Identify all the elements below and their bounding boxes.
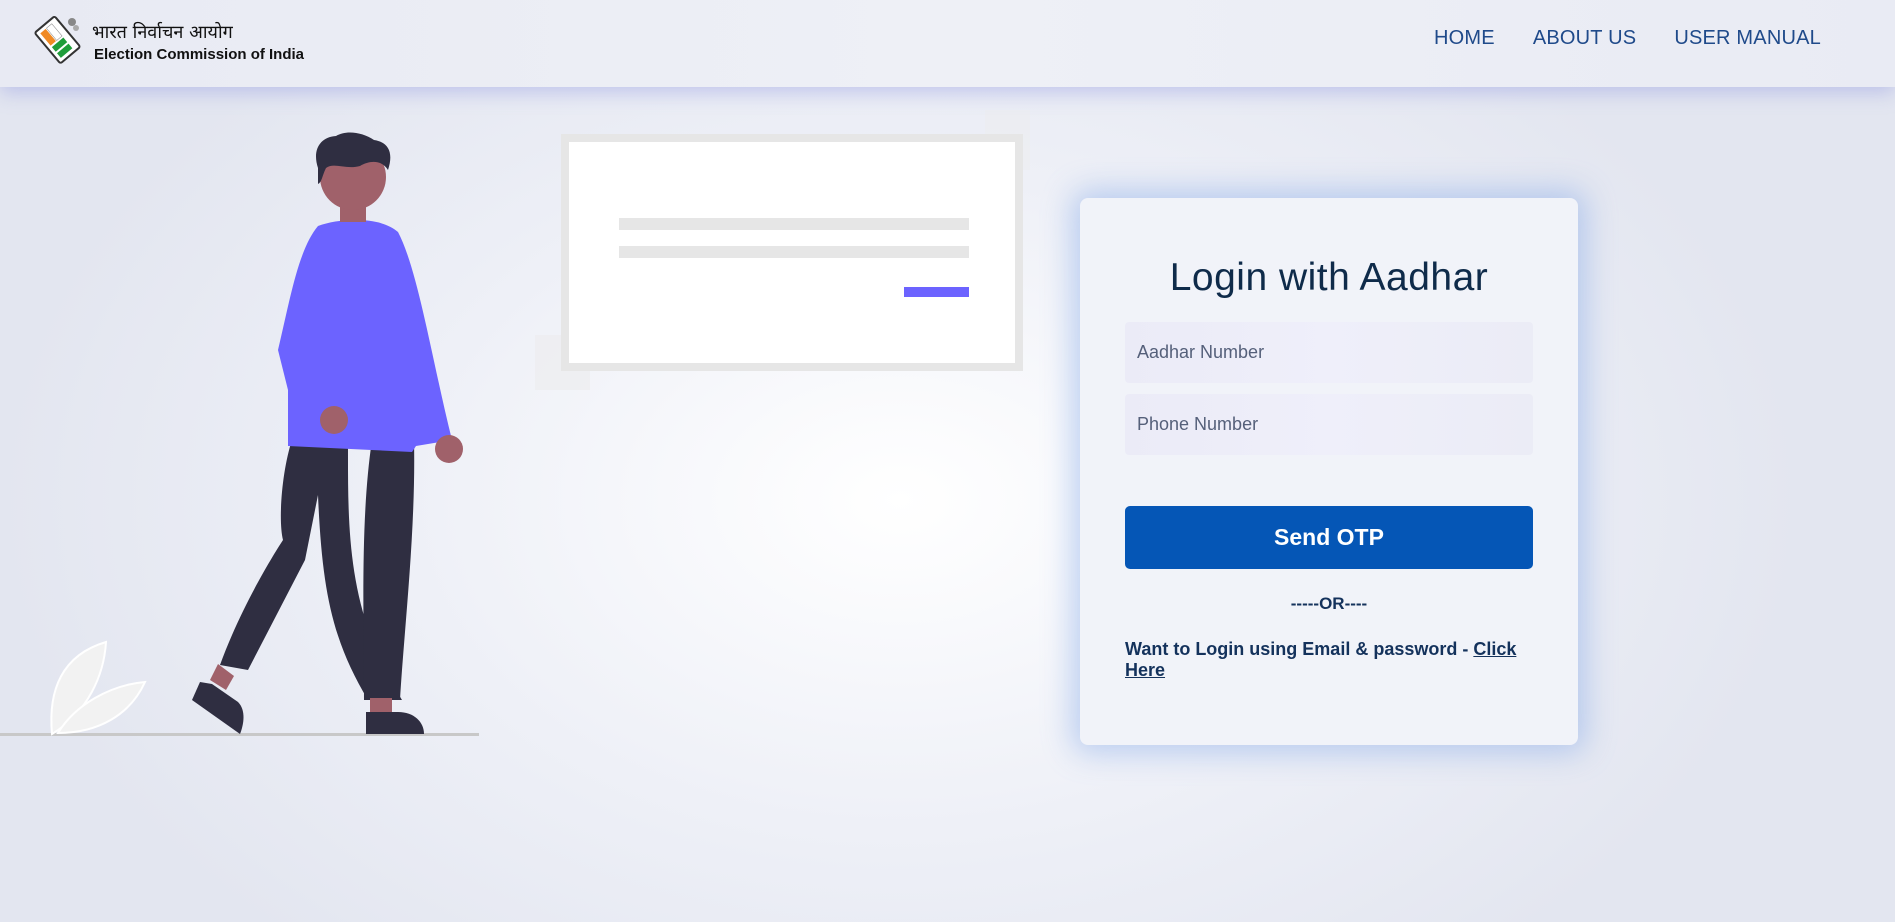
brand-english: Election Commission of India <box>94 46 305 63</box>
or-divider: -----OR---- <box>1290 594 1368 613</box>
email-login-prompt: Want to Login using Email & password - C… <box>1125 639 1545 681</box>
nav-user-manual-link[interactable]: USER MANUAL <box>1674 27 1821 50</box>
top-navbar: भारत निर्वाचन आयोग Election Commission o… <box>0 0 1895 87</box>
main-nav: HOME ABOUT US USER MANUAL <box>1434 27 1821 50</box>
login-card: Login with Aadhar Send OTP -----OR---- W… <box>1080 198 1578 745</box>
aadhar-number-input[interactable] <box>1125 322 1533 383</box>
eci-logo-icon <box>34 15 81 64</box>
send-otp-button[interactable]: Send OTP <box>1125 506 1533 569</box>
nav-about-link[interactable]: ABOUT US <box>1533 27 1636 50</box>
login-illustration <box>0 110 1030 736</box>
brand-hindi: भारत निर्वाचन आयोग <box>92 22 233 43</box>
login-title: Login with Aadhar <box>1169 256 1489 299</box>
email-login-text: Want to Login using Email & password - <box>1125 639 1474 659</box>
phone-number-input[interactable] <box>1125 394 1533 455</box>
nav-home-link[interactable]: HOME <box>1434 27 1495 50</box>
